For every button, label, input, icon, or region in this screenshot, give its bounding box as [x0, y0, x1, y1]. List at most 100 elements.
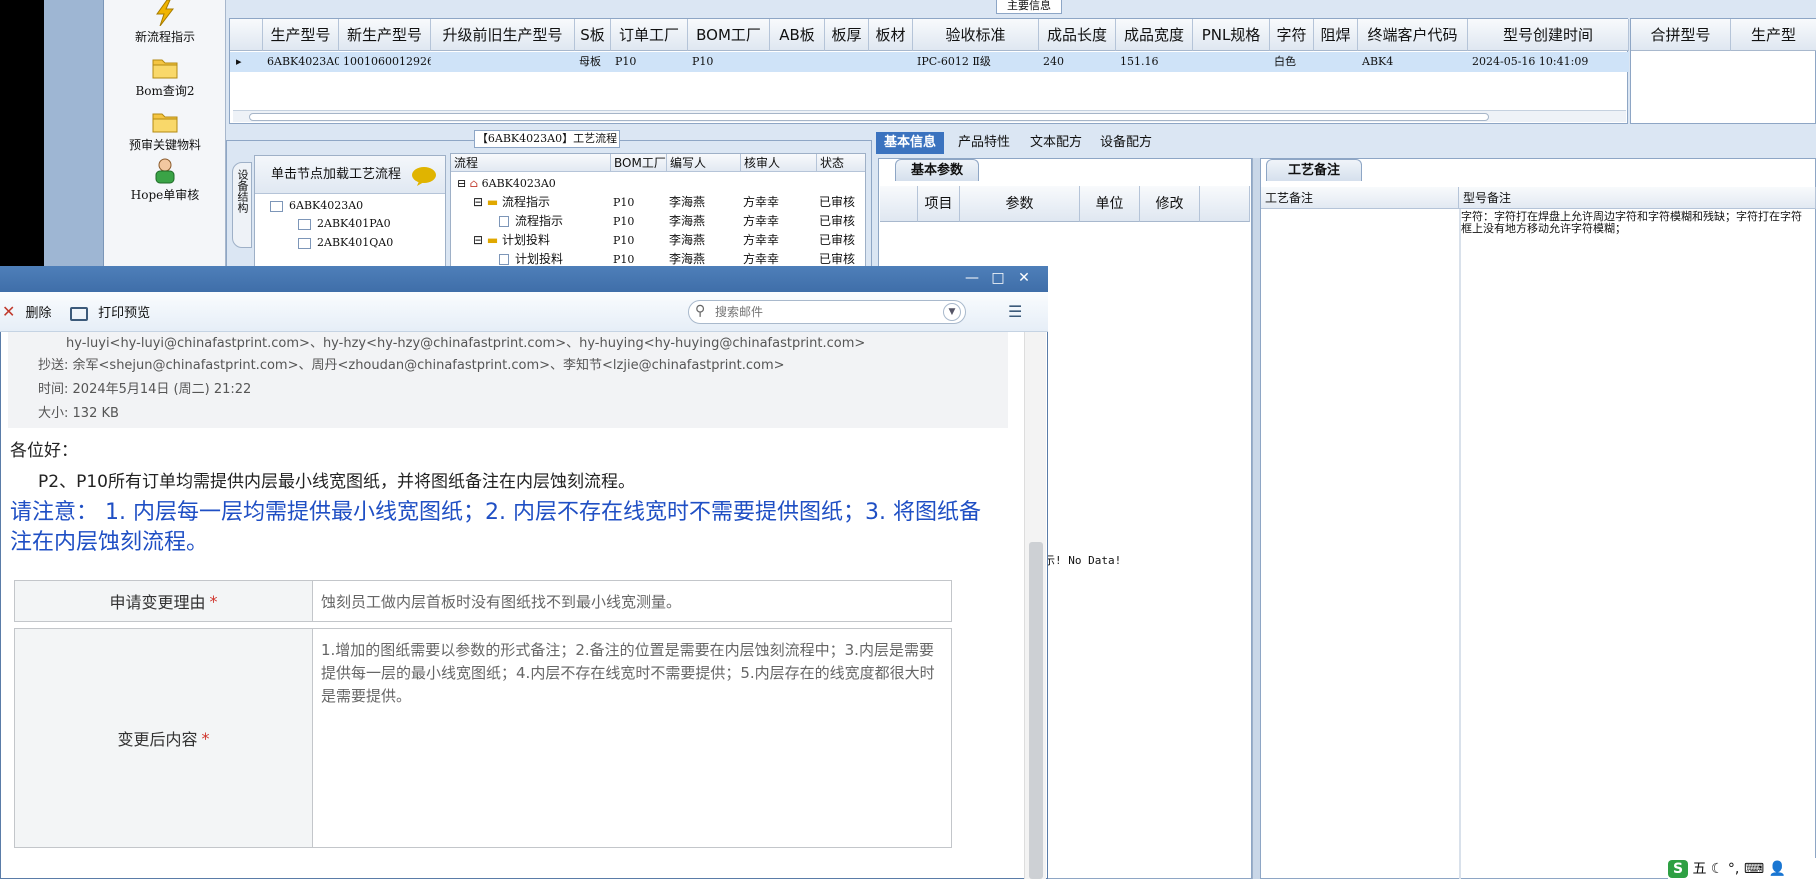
- table-cell: [1193, 52, 1270, 72]
- column-header[interactable]: 成品宽度: [1116, 19, 1193, 51]
- column-header[interactable]: BOM工厂: [611, 154, 667, 172]
- table-cell: 240: [1043, 55, 1064, 68]
- flow-row[interactable]: ⊟ ▬ 流程指示: [473, 193, 603, 212]
- column-header[interactable]: 字符: [1270, 19, 1314, 51]
- folder-icon: ▬: [486, 233, 499, 247]
- form-value: 1.增加的图纸需要以参数的形式备注；2.备注的位置是需要在内层蚀刻流程中；3.内…: [321, 641, 935, 705]
- column-header[interactable]: BOM工厂: [688, 19, 770, 51]
- tree-node[interactable]: 2ABK401PA0: [298, 217, 391, 230]
- column-header[interactable]: 成品长度: [1039, 19, 1116, 51]
- table-cell: 方幸幸: [743, 214, 780, 228]
- sidebar-item-prereview[interactable]: 预审关键物料: [104, 108, 226, 153]
- close-icon[interactable]: ✕: [1014, 270, 1034, 286]
- vtab-label: 设备结构: [236, 169, 249, 213]
- tab-basic-params[interactable]: 基本参数: [895, 159, 979, 181]
- required-mark: *: [209, 591, 218, 611]
- page-icon: [499, 254, 509, 265]
- tree-node-icon: [270, 200, 283, 212]
- column-header[interactable]: 编写人: [667, 154, 741, 172]
- table-cell: 10010600129260: [343, 55, 431, 68]
- to-line: hy-luyi<hy-luyi@chinafastprint.com>、hy-h…: [66, 336, 866, 351]
- page-icon: [499, 216, 509, 227]
- print-label: 打印预览: [98, 306, 151, 321]
- column-header[interactable]: 订单工厂: [611, 19, 688, 51]
- scrollbar-thumb[interactable]: [249, 113, 1489, 121]
- flow-row[interactable]: 流程指示: [499, 212, 609, 231]
- table-cell: [1314, 52, 1358, 72]
- tab-equipment-recipe[interactable]: 设备配方: [1092, 132, 1160, 154]
- tab-process-remark[interactable]: 工艺备注: [1266, 159, 1362, 181]
- table-cell: 李海燕: [669, 195, 706, 209]
- sidebar-item-hope-review[interactable]: Hope单审核: [104, 158, 226, 203]
- ime-mode[interactable]: 五: [1692, 861, 1706, 877]
- column-header[interactable]: 项目: [918, 186, 960, 222]
- column-header[interactable]: 修改: [1140, 186, 1200, 222]
- column-header-empty: [1200, 186, 1250, 222]
- search-input[interactable]: [715, 304, 935, 320]
- column-header[interactable]: 参数: [960, 186, 1080, 222]
- tree-node[interactable]: 6ABK4023A0: [270, 199, 363, 212]
- table-cell: ABK4: [1362, 55, 1394, 68]
- column-header[interactable]: 验收标准: [913, 19, 1039, 51]
- column-header[interactable]: AB板: [770, 19, 825, 51]
- column-header[interactable]: 状态: [817, 154, 865, 172]
- column-header[interactable]: 板厚: [825, 19, 869, 51]
- tree-node[interactable]: 2ABK401QA0: [298, 236, 393, 249]
- ime-logo-icon[interactable]: S: [1668, 860, 1688, 878]
- column-header[interactable]: 板材: [869, 19, 913, 51]
- table-row[interactable]: ▸ 6ABK4023A0 10010600129260 母板 P10 P10 I…: [230, 52, 1629, 72]
- column-header[interactable]: 核审人: [741, 154, 817, 172]
- column-header[interactable]: 阻焊: [1314, 19, 1358, 51]
- column-header[interactable]: 终端客户代码: [1358, 19, 1468, 51]
- flow-panel-title: 【6ABK4023A0】工艺流程: [474, 130, 620, 148]
- form-label: 变更后内容 *: [15, 629, 313, 847]
- tab-basic-info[interactable]: 基本信息: [876, 132, 945, 154]
- column-header[interactable]: PNL规格: [1193, 19, 1270, 51]
- print-preview-button[interactable]: 打印预览: [70, 302, 150, 321]
- structure-vertical-tab[interactable]: 设备结构: [232, 162, 252, 248]
- column-header[interactable]: 型号创建时间: [1468, 19, 1629, 51]
- user-icon[interactable]: 👤: [1769, 861, 1786, 877]
- vertical-scrollbar[interactable]: [1024, 332, 1046, 879]
- list-menu-icon[interactable]: ☰: [1008, 302, 1022, 321]
- keyboard-icon[interactable]: ⌨: [1744, 861, 1764, 877]
- maximize-icon[interactable]: □: [988, 270, 1008, 286]
- size-label: 大小:: [38, 406, 69, 421]
- flow-row[interactable]: ⊟ ▬ 计划投料: [473, 231, 603, 250]
- scrollbar-thumb[interactable]: [1029, 542, 1043, 879]
- form-label: 申请变更理由 *: [15, 581, 313, 621]
- column-header[interactable]: 工艺备注: [1261, 187, 1459, 209]
- search-box[interactable]: ⚲ ▼: [688, 300, 966, 324]
- tab-product-features[interactable]: 产品特性: [950, 132, 1018, 154]
- folder-icon: ▬: [486, 195, 499, 209]
- cc-line: 抄送: 余军<shejun@chinafastprint.com>、周丹<zho…: [38, 354, 785, 373]
- top-caption: 主要信息: [996, 0, 1062, 14]
- delete-button[interactable]: ✕ 删除: [2, 302, 52, 321]
- moon-icon[interactable]: ☾: [1711, 861, 1724, 877]
- column-header[interactable]: 生产型: [1731, 19, 1816, 51]
- chevron-down-icon[interactable]: ▼: [943, 303, 961, 321]
- column-header[interactable]: 合拼型号: [1631, 19, 1731, 51]
- column-header[interactable]: 型号备注: [1459, 187, 1816, 209]
- column-header[interactable]: 流程: [451, 154, 611, 172]
- column-header[interactable]: 生产型号: [263, 19, 339, 51]
- merge-grid: 合拼型号 生产型: [1630, 18, 1816, 124]
- column-header[interactable]: 单位: [1080, 186, 1140, 222]
- table-cell: 151.16: [1120, 55, 1159, 68]
- email-titlebar[interactable]: [0, 266, 1048, 292]
- node-hint: 单击节点加载工艺流程: [255, 156, 445, 194]
- minimize-icon[interactable]: —: [962, 270, 982, 286]
- column-header[interactable]: 新生产型号: [339, 19, 431, 51]
- tab-text-recipe[interactable]: 文本配方: [1022, 132, 1090, 154]
- sidebar-item-new-flow[interactable]: 新流程指示: [104, 0, 226, 45]
- flow-row[interactable]: ⊟ ⌂ 6ABK4023A0: [457, 174, 607, 193]
- punctuation-icon[interactable]: °,: [1728, 861, 1739, 877]
- table-cell: 已审核: [819, 214, 856, 228]
- flow-row-name: 流程指示: [515, 214, 564, 228]
- panel-splitter[interactable]: [1252, 158, 1260, 879]
- user-icon: [155, 158, 175, 184]
- sidebar-item-bom-query[interactable]: Bom查询2: [104, 54, 226, 99]
- column-header[interactable]: 升级前旧生产型号: [431, 19, 575, 51]
- horizontal-scrollbar[interactable]: [233, 110, 1626, 122]
- column-header[interactable]: S板: [575, 19, 611, 51]
